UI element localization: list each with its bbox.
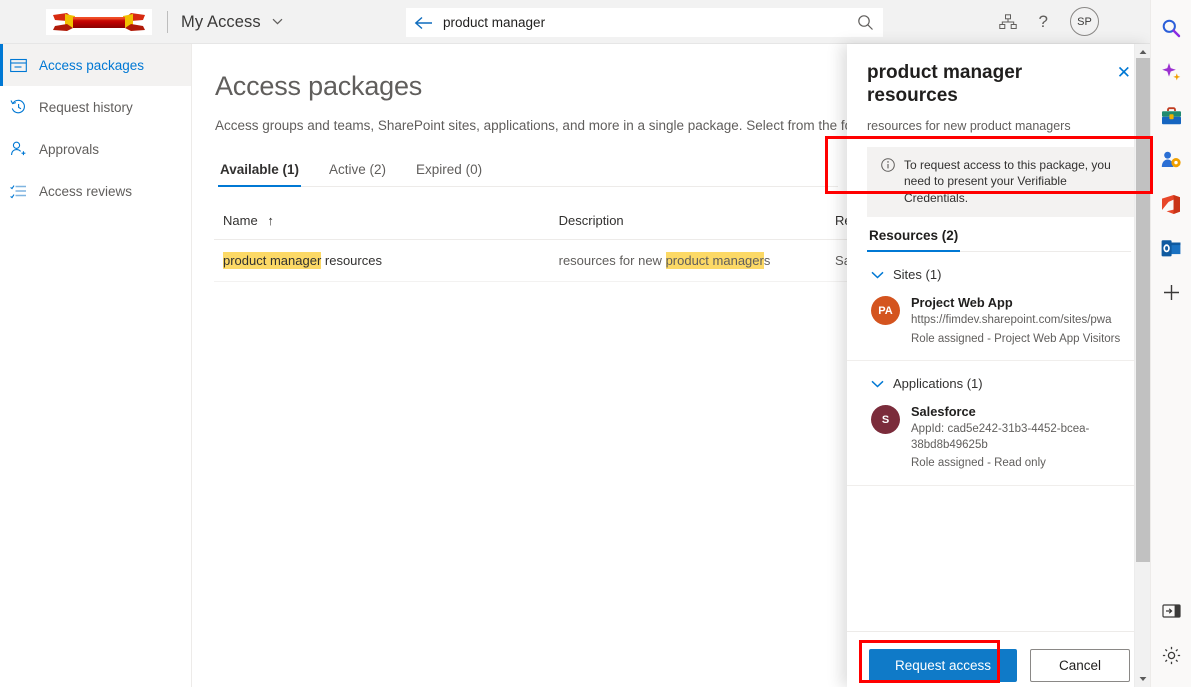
column-header-name-label: Name (223, 213, 258, 228)
resource-item[interactable]: PA Project Web App https://fimdev.sharep… (847, 282, 1151, 361)
outlook-icon[interactable] (1151, 226, 1191, 270)
help-glyph: ? (1039, 12, 1048, 32)
panel-title-row: product manager resources ✕ (867, 62, 1135, 108)
back-arrow-icon[interactable] (414, 16, 433, 30)
search-icon[interactable] (857, 14, 874, 31)
org-hierarchy-icon[interactable] (999, 14, 1017, 30)
brand-menu[interactable]: My Access (181, 11, 283, 32)
help-icon[interactable]: ? (1039, 12, 1048, 32)
access-packages-table: Name ↑ Description Res product manager r… (214, 213, 914, 282)
cancel-button[interactable]: Cancel (1030, 649, 1130, 682)
tab-list: Available (1) Active (2) Expired (0) (218, 156, 838, 187)
group-header-sites[interactable]: Sites (1) (847, 252, 1151, 282)
sidebar-item-label: Approvals (39, 142, 99, 157)
checklist-icon (10, 184, 32, 199)
sidebar-item-label: Request history (39, 100, 133, 115)
top-bar-actions: ? SP (999, 0, 1111, 43)
people-settings-icon[interactable] (1151, 138, 1191, 182)
resource-item[interactable]: S Salesforce AppId: cad5e242-31b3-4452-b… (847, 391, 1151, 486)
panel-subtitle: resources for new product managers (867, 119, 1135, 133)
search-highlight: product manager (223, 252, 321, 269)
add-icon[interactable] (1151, 270, 1191, 314)
toolbox-icon[interactable] (1151, 94, 1191, 138)
resource-detail: https://fimdev.sharepoint.com/sites/pwa (911, 313, 1120, 329)
chevron-down-icon (871, 267, 884, 282)
page-scrollbar[interactable] (1134, 44, 1151, 687)
table-row[interactable]: product manager resources resources for … (214, 240, 914, 282)
cell-name: product manager resources (214, 253, 559, 268)
sidebar-item-access-reviews[interactable]: Access reviews (0, 170, 191, 212)
resource-info: Project Web App https://fimdev.sharepoin… (911, 295, 1120, 347)
app-root: My Access ? (0, 0, 1191, 687)
resource-info: Salesforce AppId: cad5e242-31b3-4452-bce… (911, 404, 1101, 472)
info-message-bar: To request access to this package, you n… (867, 147, 1135, 218)
logo-ribbon-image (51, 11, 147, 33)
topbar-divider (167, 11, 168, 33)
package-icon (10, 58, 32, 73)
scroll-down-arrow-icon[interactable] (1135, 671, 1151, 687)
chevron-down-icon (871, 376, 884, 391)
table-header-row: Name ↑ Description Res (214, 213, 914, 240)
resource-role: Role assigned - Project Web App Visitors (911, 332, 1120, 348)
panel-body: Sites (1) PA Project Web App https://fim… (847, 252, 1151, 631)
group-label: Sites (1) (893, 267, 941, 282)
column-header-name[interactable]: Name ↑ (214, 213, 559, 228)
chevron-down-icon (272, 11, 283, 30)
panel-tab-list: Resources (2) (867, 224, 1131, 252)
resource-detail: AppId: cad5e242-31b3-4452-bcea-38bd8b496… (911, 422, 1101, 453)
sidebar-item-label: Access reviews (39, 184, 132, 199)
resource-name: Salesforce (911, 404, 1101, 419)
scrollbar-thumb[interactable] (1136, 58, 1150, 562)
panel-title: product manager resources (867, 62, 1095, 108)
sidebar-item-access-packages[interactable]: Access packages (0, 44, 191, 86)
resource-avatar: PA (871, 296, 900, 325)
sidebar-item-approvals[interactable]: Approvals (0, 128, 191, 170)
left-sidebar: Access packages Request history Appr (0, 44, 192, 687)
avatar-initials: PA (878, 305, 892, 317)
top-bar: My Access ? (0, 0, 1151, 44)
brand-label: My Access (181, 13, 261, 31)
settings-gear-icon[interactable] (1151, 633, 1191, 677)
panel-footer: Request access Cancel (847, 631, 1151, 687)
info-circle-icon (881, 158, 895, 177)
panel-header: product manager resources ✕ resources fo… (847, 44, 1151, 217)
cell-desc-prefix: resources for new (559, 253, 666, 268)
office-icon[interactable] (1151, 182, 1191, 226)
tab-expired[interactable]: Expired (0) (414, 156, 484, 186)
column-header-description[interactable]: Description (559, 213, 835, 228)
tab-active[interactable]: Active (2) (327, 156, 388, 186)
copilot-sparkle-icon[interactable] (1151, 50, 1191, 94)
tab-resources[interactable]: Resources (2) (867, 224, 960, 251)
request-access-button[interactable]: Request access (869, 649, 1017, 682)
resource-avatar: S (871, 405, 900, 434)
search-highlight: product manager (666, 252, 764, 269)
search-icon[interactable] (1151, 6, 1191, 50)
avatar-initials: S (882, 414, 889, 426)
company-logo[interactable] (46, 9, 152, 35)
close-icon[interactable]: ✕ (1113, 62, 1135, 83)
resource-name: Project Web App (911, 295, 1120, 310)
details-panel: product manager resources ✕ resources fo… (847, 44, 1151, 687)
search-bar[interactable] (405, 7, 884, 38)
cell-description: resources for new product managers (559, 253, 835, 268)
sidebar-item-request-history[interactable]: Request history (0, 86, 191, 128)
cell-desc-suffix: s (764, 253, 771, 268)
tab-available[interactable]: Available (1) (218, 156, 301, 186)
avatar-initials: SP (1077, 16, 1092, 28)
group-header-applications[interactable]: Applications (1) (847, 361, 1151, 391)
avatar[interactable]: SP (1070, 7, 1099, 36)
info-message-text: To request access to this package, you n… (904, 157, 1123, 207)
person-add-icon (10, 141, 32, 157)
sidebar-item-label: Access packages (39, 58, 144, 73)
resource-role: Role assigned - Read only (911, 456, 1101, 472)
cell-name-rest: resources (321, 253, 382, 268)
right-app-rail (1150, 0, 1191, 687)
expand-panel-icon[interactable] (1151, 589, 1191, 633)
sort-ascending-icon: ↑ (267, 213, 274, 228)
group-label: Applications (1) (893, 376, 983, 391)
search-input[interactable] (443, 15, 857, 30)
history-clock-icon (10, 99, 32, 115)
